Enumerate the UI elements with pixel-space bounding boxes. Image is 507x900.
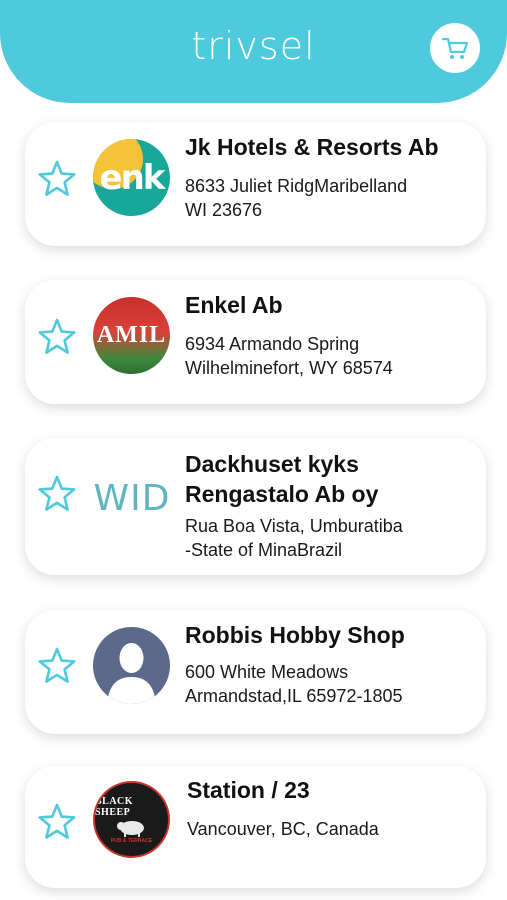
store-address-line2: WI 23676 [185,200,263,220]
store-address-line1: 6934 Armando Spring [185,334,360,354]
app-header: trivsel [0,0,507,103]
enk-logo-text: enk [99,157,166,198]
store-name: Jk Hotels & Resorts Ab [185,134,439,160]
black-sheep-logo-subtext: PUB & TERRACE [110,837,153,844]
store-card[interactable]: WID Dackhuset kyks Rengastalo Ab oy Rua … [25,438,486,575]
store-card[interactable]: Robbis Hobby Shop 600 White Meadows Arma… [25,610,486,734]
favorite-star-icon[interactable] [37,159,77,199]
store-address-line2: Armandstad,IL 65972-1805 [185,686,403,706]
store-address-line2: Wilhelminefort, WY 68574 [185,358,393,378]
store-address-line2: -State of MinaBrazil [185,540,343,560]
store-address: 8633 Juliet RidgMaribelland WI 23676 [185,174,472,222]
store-address: Rua Boa Vista, Umburatiba -State of Mina… [185,514,472,562]
store-name-line1: Dackhuset kyks [185,451,359,477]
store-card[interactable]: AMIL Enkel Ab 6934 Armando Spring Wilhel… [25,280,486,404]
enk-logo: enk [93,139,170,216]
store-card[interactable]: BLACK SHEEP PUB & TERRACE Station / 23 V… [25,766,486,888]
wid-logo: WID [91,460,173,537]
wid-logo-text: WID [93,478,171,519]
tulip-photo-logo: AMIL [93,297,170,374]
store-address: Vancouver, BC, Canada [187,817,472,841]
tulip-logo-text: AMIL [96,322,167,348]
store-address-line1: Vancouver, BC, Canada [187,819,379,839]
store-name: Station / 23 [187,777,310,803]
favorite-star-icon[interactable] [37,646,77,686]
store-address-line1: 600 White Meadows [185,662,349,682]
person-silhouette-icon [107,643,156,704]
cart-icon [441,37,469,59]
store-address-line1: 8633 Juliet RidgMaribelland [185,176,408,196]
person-avatar-icon [93,627,170,704]
store-name-line2: Rengastalo Ab oy [185,481,379,507]
black-sheep-logo: BLACK SHEEP PUB & TERRACE [93,781,170,858]
store-name: Enkel Ab [185,292,283,318]
store-address-line1: Rua Boa Vista, Umburatiba [185,516,403,536]
store-name: Robbis Hobby Shop [185,622,405,648]
store-name: Dackhuset kyks Rengastalo Ab oy [185,449,472,509]
store-address: 6934 Armando Spring Wilhelminefort, WY 6… [185,332,472,380]
store-address: 600 White Meadows Armandstad,IL 65972-18… [185,660,472,708]
sheep-icon [116,820,144,837]
favorite-star-icon[interactable] [37,474,77,514]
favorite-star-icon[interactable] [37,802,77,842]
cart-button[interactable] [430,23,480,73]
store-card[interactable]: enk Jk Hotels & Resorts Ab 8633 Juliet R… [25,122,486,246]
black-sheep-logo-text: BLACK SHEEP [95,795,134,818]
favorite-star-icon[interactable] [37,317,77,357]
